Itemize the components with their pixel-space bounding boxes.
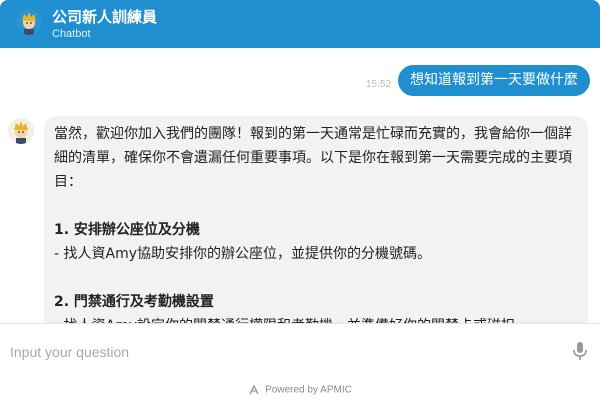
checklist-item-title: 1. 安排辦公座位及分機 xyxy=(54,222,200,238)
bot-avatar-icon xyxy=(8,118,34,144)
checklist-item-detail: - 找人資Amy設定你的門禁通行權限和考勤機，並準備好你的門禁卡或磁扣。 xyxy=(54,314,578,323)
chat-header: 公司新人訓練員 Chatbot xyxy=(0,0,600,48)
chat-title: 公司新人訓練員 xyxy=(52,8,158,26)
footer: Powered by APMIC xyxy=(0,384,600,396)
bot-message-intro: 當然，歡迎你加入我們的團隊！報到的第一天通常是忙碌而充實的，我會給你一個詳細的清… xyxy=(54,126,572,190)
chat-subtitle: Chatbot xyxy=(52,28,91,40)
message-list[interactable]: 15:52 想知道報到第一天要做什麼 當然，歡迎你加入我們的團隊！報到的第一天通… xyxy=(0,48,600,323)
checklist-item-title: 2. 門禁通行及考勤機設置 xyxy=(54,294,214,310)
powered-by-text[interactable]: Powered by APMIC xyxy=(265,385,352,396)
checklist-item-detail: - 找人資Amy協助安排你的辦公座位，並提供你的分機號碼。 xyxy=(54,246,432,262)
message-timestamp: 15:52 xyxy=(366,79,392,90)
user-message-bubble: 想知道報到第一天要做什麼 xyxy=(398,65,590,96)
bot-avatar-icon xyxy=(16,9,42,35)
microphone-icon[interactable] xyxy=(570,340,590,362)
question-input[interactable] xyxy=(10,333,550,371)
bot-message-bubble: 當然，歡迎你加入我們的團隊！報到的第一天通常是忙碌而充實的，我會給你一個詳細的清… xyxy=(44,116,588,323)
input-divider xyxy=(0,323,600,324)
apmic-logo-icon xyxy=(248,384,260,396)
